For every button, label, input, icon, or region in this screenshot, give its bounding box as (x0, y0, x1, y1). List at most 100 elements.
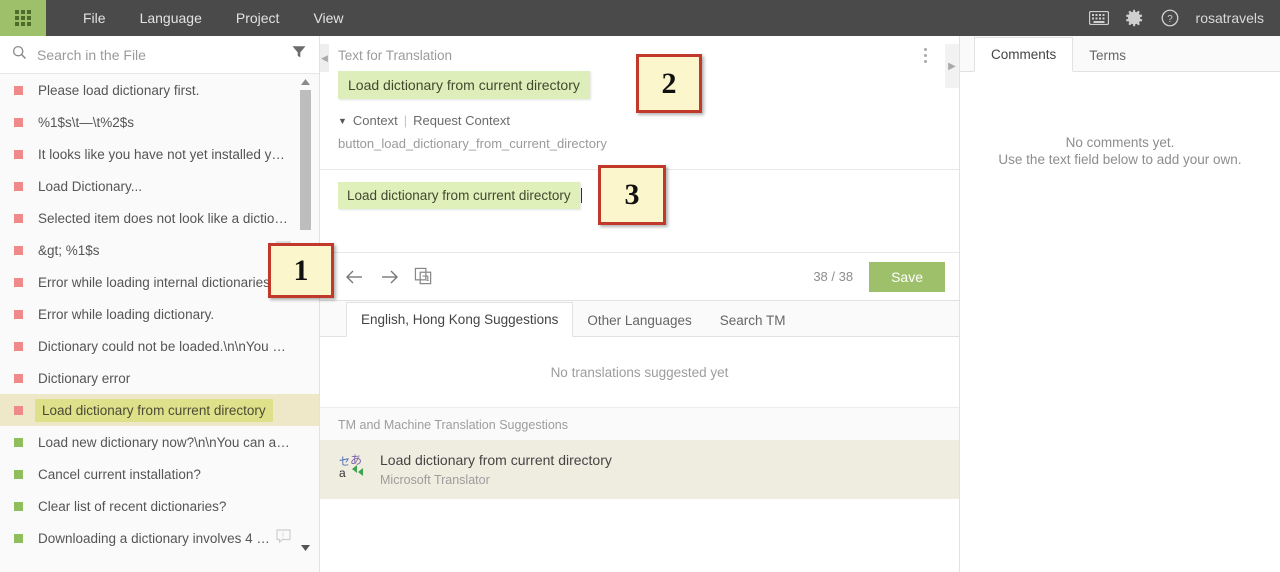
context-separator: | (403, 113, 408, 128)
segment-label: Selected item does not look like a dicti… (38, 210, 291, 226)
machine-translation-source: Microsoft Translator (380, 473, 490, 487)
menu-item-language[interactable]: Language (123, 0, 219, 36)
svg-text:a: a (339, 466, 346, 478)
segment-status-dot (14, 341, 23, 351)
collapse-left-icon[interactable]: ◀ (320, 44, 329, 72)
segment-row[interactable]: %1$s\t—\t%2$s (0, 106, 319, 138)
segment-label: Please load dictionary first. (38, 82, 200, 98)
context-row: ▼ Context | Request Context (338, 113, 959, 128)
annotation-marker: 2 (636, 54, 702, 113)
segment-label: Downloading a dictionary involves 4 step… (38, 530, 270, 546)
apps-grid-button[interactable] (0, 0, 46, 36)
annotation-marker: 1 (268, 243, 334, 298)
comments-tab[interactable]: Terms (1073, 39, 1142, 72)
filter-icon[interactable] (291, 44, 307, 65)
comments-panel: Comments Terms No comments yet. Use the t… (960, 36, 1280, 572)
search-input[interactable] (37, 46, 283, 63)
chevron-down-icon[interactable]: ▼ (338, 116, 347, 126)
comments-tabs: Comments Terms (960, 36, 1280, 72)
scroll-up-arrow[interactable] (300, 76, 311, 88)
comments-empty-state: No comments yet. Use the text field belo… (960, 134, 1280, 168)
segment-status-dot (14, 437, 23, 447)
segment-label: It looks like you have not yet installed… (38, 146, 291, 162)
segment-row[interactable]: Load Dictionary... (0, 170, 319, 202)
target-text-input[interactable]: Load dictionary from current directory (338, 182, 580, 209)
save-button[interactable]: Save (869, 261, 945, 292)
segment-status-dot (14, 85, 23, 95)
topbar-right-group: ? rosatravels (1088, 9, 1280, 27)
segment-row[interactable]: Dictionary error (0, 362, 319, 394)
copy-source-icon[interactable] (406, 260, 440, 294)
segment-status-dot (14, 277, 23, 287)
segment-status-dot (14, 533, 23, 543)
segment-status-dot (14, 117, 23, 127)
segment-row[interactable]: Clear list of recent dictionaries? (0, 490, 319, 522)
grid-icon (15, 10, 31, 26)
segment-status-dot (14, 213, 23, 223)
scrollbar-thumb[interactable] (300, 90, 311, 230)
editor-toolbar: 38 / 38 Save (320, 252, 959, 300)
segment-status-dot (14, 181, 23, 191)
comment-alert-icon[interactable]: ! (276, 528, 291, 548)
arrow-right-icon[interactable] (372, 260, 406, 294)
context-toggle-label[interactable]: Context (353, 113, 398, 128)
segment-label: Load new dictionary now?\n\nYou can alwa… (38, 434, 291, 450)
annotation-marker: 3 (598, 165, 666, 225)
svg-text:?: ? (1167, 14, 1173, 25)
segment-row[interactable]: Selected item does not look like a dicti… (0, 202, 319, 234)
segment-status-dot (14, 469, 23, 479)
menu-item-view[interactable]: View (296, 0, 360, 36)
segment-label: Clear list of recent dictionaries? (38, 498, 227, 514)
username-label[interactable]: rosatravels (1196, 10, 1264, 26)
segment-row[interactable]: Error while loading dictionary. (0, 298, 319, 330)
machine-translation-text: Load dictionary from current directory (380, 452, 612, 468)
suggestions-tab[interactable]: English, Hong Kong Suggestions (346, 302, 574, 337)
segment-row[interactable]: Load new dictionary now?\n\nYou can alwa… (0, 426, 319, 458)
main-menu: File Language Project View (66, 0, 361, 36)
request-context-link[interactable]: Request Context (413, 113, 510, 128)
segment-label: Error while loading dictionary. (38, 306, 215, 322)
segment-row[interactable]: Dictionary could not be loaded.\n\nYou c… (0, 330, 319, 362)
top-menu-bar: File Language Project View ? rosatravels (0, 0, 1280, 36)
segment-label: Load Dictionary... (38, 178, 143, 194)
segment-label: Cancel current installation? (38, 466, 201, 482)
search-icon (12, 45, 27, 65)
comments-empty-line2: Use the text field below to add your own… (998, 152, 1242, 167)
segment-row[interactable]: Cancel current installation? (0, 458, 319, 490)
comments-empty-line1: No comments yet. (1065, 135, 1175, 150)
source-text: Load dictionary from current directory (338, 71, 590, 99)
suggestions-tab[interactable]: Search TM (706, 304, 800, 337)
segment-row[interactable]: Load dictionary from current directory (0, 394, 319, 426)
comments-tab[interactable]: Comments (974, 37, 1074, 72)
segment-counter: 38 / 38 (813, 269, 854, 284)
menu-item-project[interactable]: Project (219, 0, 297, 36)
arrow-left-icon[interactable] (338, 260, 372, 294)
target-text-value: Load dictionary from current directory (347, 188, 571, 203)
scroll-down-arrow[interactable] (300, 542, 311, 554)
keyboard-icon[interactable] (1088, 11, 1109, 25)
suggestions-tab[interactable]: Other Languages (573, 304, 705, 337)
segment-status-dot (14, 373, 23, 383)
segments-sidebar: Please load dictionary first. %1$s\t—\t%2… (0, 36, 320, 572)
segment-row[interactable]: Downloading a dictionary involves 4 step… (0, 522, 319, 554)
menu-item-file[interactable]: File (66, 0, 123, 36)
segment-status-dot (14, 309, 23, 319)
segment-row[interactable]: Please load dictionary first. (0, 74, 319, 106)
segment-label: Load dictionary from current directory (35, 398, 273, 422)
segment-status-dot (14, 405, 23, 415)
segment-label: &gt; %1$s (38, 242, 100, 258)
collapse-right-icon[interactable]: ▶ (945, 44, 959, 88)
text-caret (580, 188, 582, 203)
gear-icon[interactable] (1125, 9, 1144, 27)
segment-label: %1$s\t—\t%2$s (38, 114, 135, 130)
segment-label: Error while loading internal dictionarie… (38, 274, 291, 290)
svg-text:あ: あ (350, 453, 362, 467)
sidebar-scrollbar[interactable] (300, 74, 311, 556)
help-icon[interactable]: ? (1161, 9, 1179, 27)
segment-list[interactable]: Please load dictionary first. %1$s\t—\t%2… (0, 74, 319, 556)
segment-row[interactable]: It looks like you have not yet installed… (0, 138, 319, 170)
segment-status-dot (14, 501, 23, 511)
machine-translation-row[interactable]: セ あ a Load dictionary from current direc… (320, 440, 959, 499)
kebab-menu-icon[interactable] (924, 48, 927, 63)
context-value: button_load_dictionary_from_current_dire… (338, 136, 607, 151)
